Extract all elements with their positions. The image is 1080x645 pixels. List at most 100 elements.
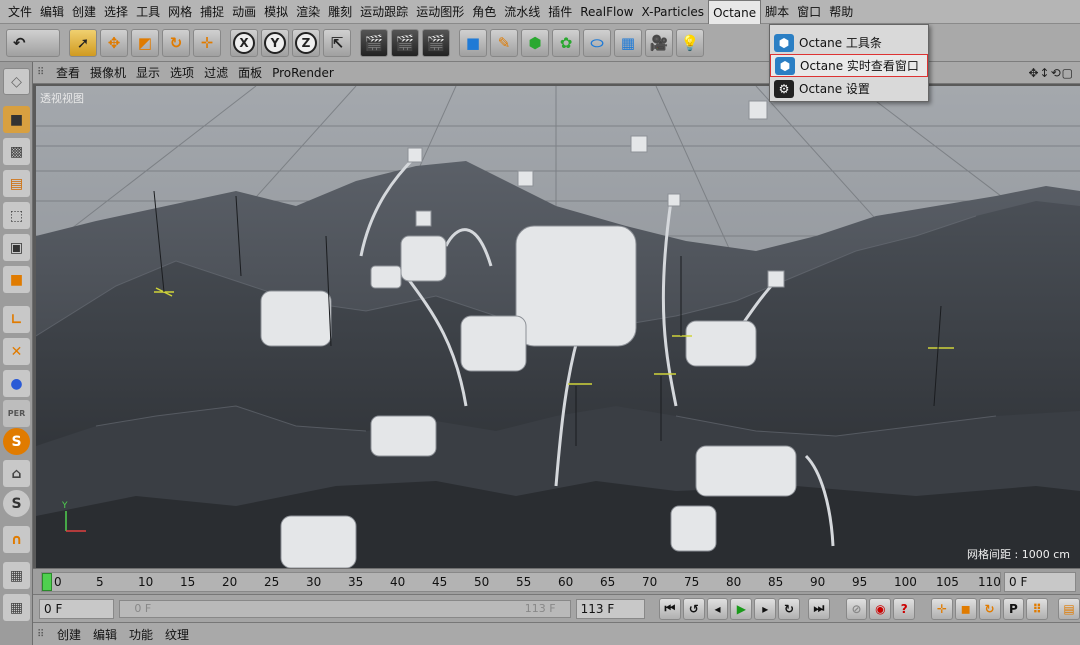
octane-menu-item-1[interactable]: ⬢ Octane 实时查看窗口 bbox=[770, 54, 928, 77]
camera-object-button[interactable]: 🎥 bbox=[645, 28, 673, 57]
menu-item-1[interactable]: 编辑 bbox=[36, 0, 68, 24]
coordinate-system-button[interactable]: ⇱ bbox=[323, 28, 351, 57]
solo-off-button[interactable]: S bbox=[3, 490, 30, 517]
viewport-menu-item-4[interactable]: 过滤 bbox=[199, 64, 233, 81]
start-frame-field[interactable]: 0 F bbox=[39, 598, 115, 619]
magnet-button[interactable]: ∩ bbox=[3, 526, 30, 553]
render-region-button[interactable]: 🎬 bbox=[391, 28, 419, 57]
viewport-menu-item-3[interactable]: 选项 bbox=[165, 64, 199, 81]
render-view-button[interactable]: 🎬 bbox=[360, 28, 388, 57]
key-position-button[interactable]: ✛ bbox=[931, 597, 953, 620]
select-tool-button[interactable]: ➚ bbox=[69, 28, 97, 57]
menu-item-14[interactable]: 流水线 bbox=[500, 0, 544, 24]
menu-item-2[interactable]: 创建 bbox=[68, 0, 100, 24]
menu-item-17[interactable]: X-Particles bbox=[638, 0, 709, 24]
polygon-mode-button[interactable]: ■ bbox=[3, 266, 30, 293]
menu-item-7[interactable]: 动画 bbox=[228, 0, 260, 24]
undo-button[interactable]: ↶ bbox=[6, 28, 60, 57]
playhead[interactable] bbox=[42, 573, 52, 591]
keyframe-help-button[interactable]: ? bbox=[893, 597, 916, 620]
deformer-button[interactable]: ⬭ bbox=[583, 28, 611, 57]
light-object-button[interactable]: 💡 bbox=[676, 28, 704, 57]
range-end-value: 113 F bbox=[524, 601, 556, 615]
render-settings-button[interactable]: 🎬 bbox=[422, 28, 450, 57]
key-rotation-button[interactable]: ↻ bbox=[978, 597, 1001, 620]
material-menu-item-2[interactable]: 功能 bbox=[123, 626, 159, 643]
viewport-menu-item-0[interactable]: 查看 bbox=[51, 64, 85, 81]
end-frame-field[interactable]: 113 F bbox=[575, 598, 646, 619]
viewport-menu-item-1[interactable]: 摄像机 bbox=[85, 64, 131, 81]
scale-tool-button[interactable]: ◩ bbox=[131, 28, 159, 57]
next-key-button[interactable]: ↻ bbox=[778, 597, 800, 620]
axis-mode-button[interactable]: ∟ bbox=[3, 306, 30, 333]
key-point-level-button[interactable]: ⠿ bbox=[1026, 597, 1049, 620]
autokey-button[interactable]: ◉ bbox=[869, 597, 892, 620]
x-axis-button[interactable]: X bbox=[230, 28, 258, 57]
workplane-mode-button[interactable]: ▤ bbox=[3, 170, 30, 197]
workplane-grid-button[interactable]: ▦ bbox=[3, 594, 30, 621]
cloner-button[interactable]: ✿ bbox=[552, 28, 580, 57]
solo-button[interactable]: S bbox=[3, 428, 30, 455]
menu-item-12[interactable]: 运动图形 bbox=[412, 0, 468, 24]
play-button[interactable]: ▶ bbox=[730, 597, 753, 620]
viewport-menu-item-2[interactable]: 显示 bbox=[131, 64, 165, 81]
go-to-start-button[interactable]: ⏮ bbox=[658, 597, 681, 620]
key-scale-button[interactable]: ◼ bbox=[954, 597, 977, 620]
menu-item-20[interactable]: 窗口 bbox=[793, 0, 825, 24]
menu-item-11[interactable]: 运动跟踪 bbox=[356, 0, 412, 24]
timeline-track[interactable]: 0 5 10 15 20 25 30 35 40 45 50 55 60 65 70 75 80 85 90 95 10… bbox=[41, 572, 1001, 592]
per-button[interactable]: PER bbox=[3, 400, 30, 427]
move-tool-button[interactable]: ✥ bbox=[100, 28, 128, 57]
octane-menu-item-2[interactable]: ⚙ Octane 设置 bbox=[770, 77, 928, 100]
next-frame-button[interactable]: ▸ bbox=[754, 597, 777, 620]
key-parameter-button[interactable]: P bbox=[1002, 597, 1025, 620]
model-mode-button[interactable]: ■ bbox=[3, 106, 30, 133]
edge-mode-button[interactable]: ▣ bbox=[3, 234, 30, 261]
lock-grid-button[interactable]: ▦ bbox=[3, 562, 30, 589]
material-menu-item-0[interactable]: 创建 bbox=[51, 626, 87, 643]
menu-item-15[interactable]: 插件 bbox=[544, 0, 576, 24]
perspective-viewport[interactable]: Y 透视视图 网格间距 : 1000 cm bbox=[36, 86, 1080, 568]
timeline-tick-label: 110 bbox=[978, 575, 1001, 589]
texture-mode-button[interactable]: ▩ bbox=[3, 138, 30, 165]
menu-item-3[interactable]: 选择 bbox=[100, 0, 132, 24]
tweak-mode-button[interactable]: ✕ bbox=[3, 338, 30, 365]
rotate-tool-button[interactable]: ↻ bbox=[162, 28, 190, 57]
timeline-window-button[interactable]: ▤ bbox=[1058, 597, 1080, 620]
menu-item-13[interactable]: 角色 bbox=[468, 0, 500, 24]
transform-tool-button[interactable]: ✛ bbox=[193, 28, 221, 57]
floor-object-button[interactable]: ▦ bbox=[614, 28, 642, 57]
menu-item-0[interactable]: 文件 bbox=[4, 0, 36, 24]
z-axis-button[interactable]: Z bbox=[292, 28, 320, 57]
subdivision-button[interactable]: ⬢ bbox=[521, 28, 549, 57]
viewport-menu-item-6[interactable]: ProRender bbox=[267, 66, 339, 80]
y-axis-button[interactable]: Y bbox=[261, 28, 289, 57]
menu-item-9[interactable]: 渲染 bbox=[292, 0, 324, 24]
point-mode-button[interactable]: ⬚ bbox=[3, 202, 30, 229]
cube-object-button[interactable]: ■ bbox=[459, 28, 487, 57]
viewport-navigation-icons[interactable]: ✥↕⟲▢ bbox=[1028, 66, 1074, 80]
go-to-end-button[interactable]: ⏭ bbox=[807, 597, 830, 620]
previous-key-button[interactable]: ↺ bbox=[682, 597, 705, 620]
menu-item-6[interactable]: 捕捉 bbox=[196, 0, 228, 24]
menu-item-10[interactable]: 雕刻 bbox=[324, 0, 356, 24]
previous-frame-button[interactable]: ◂ bbox=[706, 597, 729, 620]
material-menu-item-1[interactable]: 编辑 bbox=[87, 626, 123, 643]
frame-range-slider[interactable]: 0 F 113 F bbox=[119, 599, 571, 618]
record-keys-button[interactable]: ⊘ bbox=[845, 597, 868, 620]
menu-item-19[interactable]: 脚本 bbox=[761, 0, 793, 24]
menu-item-16[interactable]: RealFlow bbox=[576, 0, 637, 24]
menu-item-8[interactable]: 模拟 bbox=[260, 0, 292, 24]
octane-menu-item-0[interactable]: ⬢ Octane 工具条 bbox=[770, 31, 928, 54]
viewport-menu-item-5[interactable]: 面板 bbox=[233, 64, 267, 81]
current-frame-field[interactable]: 0 F bbox=[1004, 572, 1076, 592]
make-editable-button[interactable]: ◇ bbox=[3, 68, 30, 95]
menu-item-4[interactable]: 工具 bbox=[132, 0, 164, 24]
mouse-tool-button[interactable]: ⌂ bbox=[3, 460, 30, 487]
material-menu-item-3[interactable]: 纹理 bbox=[159, 626, 195, 643]
snap-button[interactable]: ● bbox=[3, 370, 30, 397]
menu-item-21[interactable]: 帮助 bbox=[825, 0, 857, 24]
pen-tool-button[interactable]: ✎ bbox=[490, 28, 518, 57]
menu-item-5[interactable]: 网格 bbox=[164, 0, 196, 24]
menu-item-18[interactable]: Octane bbox=[708, 0, 762, 24]
